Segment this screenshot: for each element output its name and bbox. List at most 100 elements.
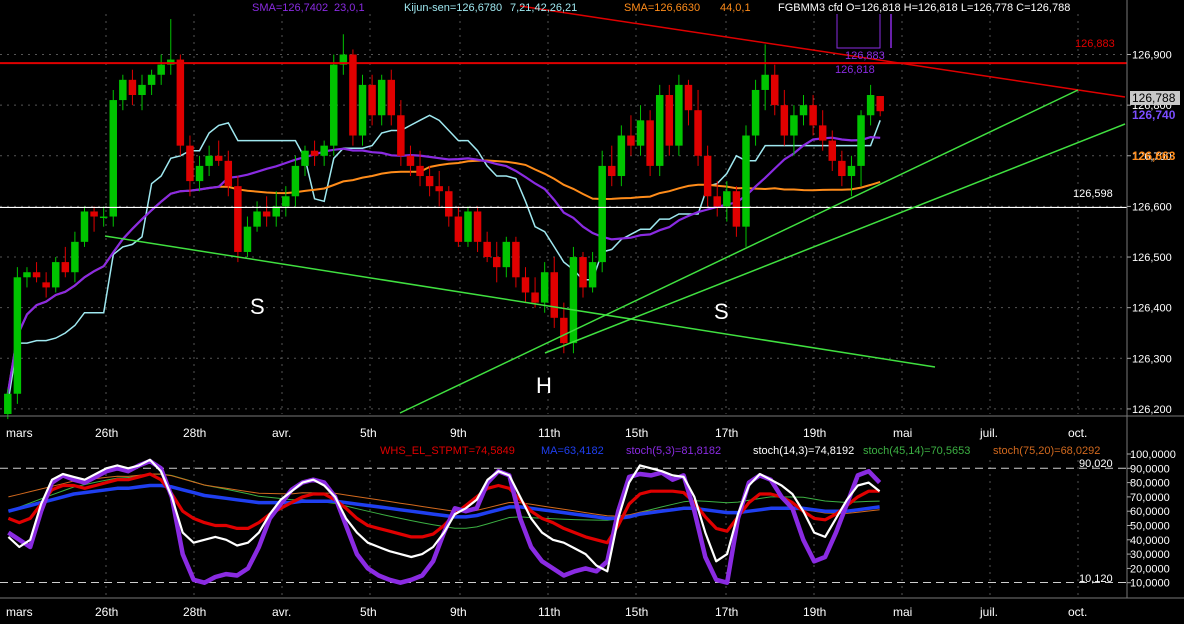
candle-body xyxy=(90,211,98,217)
candle-body xyxy=(397,115,405,156)
last-close-label: 126,788 xyxy=(1132,91,1176,105)
candle-body xyxy=(310,150,319,156)
x-tick: 11th xyxy=(538,605,560,619)
candle-body xyxy=(23,272,31,278)
candle-body xyxy=(483,241,491,258)
x-tick: mars xyxy=(6,426,33,440)
candle-body xyxy=(262,211,271,217)
candle-body xyxy=(377,79,386,116)
sma2-params: 44,0,1 xyxy=(720,2,751,14)
stoch-tick-label: 40,0000 xyxy=(1130,535,1170,547)
price-tick-label: 126,200 xyxy=(1132,404,1172,416)
candle-body xyxy=(51,262,60,288)
stoch-tick-label: 70,0000 xyxy=(1130,492,1170,504)
x-tick: mai xyxy=(893,426,912,440)
stoch-tick-label: 10,0000 xyxy=(1130,578,1170,590)
candle-body xyxy=(157,64,165,75)
x-tick: 28th xyxy=(183,605,206,619)
candle-body xyxy=(99,216,108,219)
candle-body xyxy=(445,191,453,217)
candle-body xyxy=(627,135,635,146)
candle-body xyxy=(243,226,252,252)
x-tick: 19th xyxy=(803,605,826,619)
stoch-tick-label: 100,0000 xyxy=(1130,449,1176,461)
candle-body xyxy=(253,211,261,227)
stoch-tick-label: 60,0000 xyxy=(1130,506,1170,518)
candle-body xyxy=(838,160,846,177)
candle-body xyxy=(828,140,837,161)
candle-body xyxy=(617,135,626,177)
candle-body xyxy=(473,211,482,242)
x-tick: oct. xyxy=(1068,426,1087,440)
candle-body xyxy=(560,317,568,344)
candle-body xyxy=(742,135,750,227)
legend-whs: WHS_EL_STPMT=74,5849 xyxy=(380,445,515,457)
head-label: H xyxy=(536,373,552,398)
stoch-tick-label: 80,0000 xyxy=(1130,478,1170,490)
x-tick: 17th xyxy=(715,605,738,619)
candle-body xyxy=(186,145,194,182)
stoch-tick-label: 20,0000 xyxy=(1130,563,1170,575)
legend-stoch-45-14: stoch(45,14)=70,5653 xyxy=(863,445,970,457)
trading-chart[interactable]: 126,900126,800126,700126,600126,500126,4… xyxy=(0,0,1184,624)
stoch-upper-level-label: 90,020 xyxy=(1079,458,1113,470)
candle-body xyxy=(588,262,597,288)
candle-body xyxy=(732,191,741,227)
candle-body xyxy=(224,160,233,187)
mini-label-resistance: 126,883 xyxy=(845,50,885,62)
stoch-tick-label: 90,0000 xyxy=(1130,463,1170,475)
candle-body xyxy=(675,84,683,146)
candle-body xyxy=(780,105,789,136)
price-tick-label: 126,900 xyxy=(1132,50,1172,62)
sma-fast-price-label: 126,740 xyxy=(1132,108,1176,122)
candle-body xyxy=(531,292,539,303)
instrument-ohlc: FGBMM3 cfd O=126,818 H=126,818 L=126,778… xyxy=(778,2,1070,14)
candle-body xyxy=(847,165,856,177)
x-tick: juil. xyxy=(979,426,998,440)
candle-body xyxy=(799,105,808,116)
legend-stoch-14-3: stoch(14,3)=74,8192 xyxy=(753,445,854,457)
candle-body xyxy=(349,54,357,136)
candle-body xyxy=(464,211,472,242)
kijun-params: 7,21,42,26,21 xyxy=(510,2,577,14)
candle-body xyxy=(80,211,89,242)
candle-body xyxy=(694,110,702,156)
candle-body xyxy=(32,272,41,278)
candle-body xyxy=(291,165,300,197)
candle-body xyxy=(368,84,376,116)
legend-stoch-5-3: stoch(5,3)=81,8182 xyxy=(626,445,721,457)
candle-body xyxy=(751,89,760,136)
sma2-label: SMA=126,6630 xyxy=(624,2,700,14)
candle-body xyxy=(435,186,443,192)
x-tick: 15th xyxy=(625,605,648,619)
candle-body xyxy=(866,95,875,116)
candle-body xyxy=(416,165,424,177)
stoch-tick-label: 30,0000 xyxy=(1130,549,1170,561)
price-tick-label: 126,300 xyxy=(1132,353,1172,365)
legend-ma: MA=63,4182 xyxy=(541,445,604,457)
candle-body xyxy=(655,95,664,166)
candle-body xyxy=(703,155,712,197)
candle-body xyxy=(771,74,779,106)
candle-body xyxy=(454,216,463,242)
candle-body xyxy=(809,105,817,126)
price-tick-label: 126,400 xyxy=(1132,303,1172,315)
x-tick: 28th xyxy=(183,426,206,440)
resistance-label: 126,883 xyxy=(1075,38,1115,50)
x-tick: avr. xyxy=(272,426,291,440)
candle-body xyxy=(4,393,12,414)
candle-body xyxy=(406,155,415,166)
candle-body xyxy=(492,257,501,268)
x-tick: oct. xyxy=(1068,605,1087,619)
x-tick: 17th xyxy=(715,426,738,440)
x-tick: 19th xyxy=(803,426,826,440)
candle-body xyxy=(320,145,328,156)
candle-body xyxy=(521,277,530,293)
candle-body xyxy=(13,277,22,394)
candle-body xyxy=(234,186,242,252)
sma1-label: SMA=126,7402 xyxy=(252,2,328,14)
candle-body xyxy=(282,196,290,207)
candle-body xyxy=(790,115,798,136)
candle-body xyxy=(176,59,185,146)
x-tick: 5th xyxy=(360,605,377,619)
